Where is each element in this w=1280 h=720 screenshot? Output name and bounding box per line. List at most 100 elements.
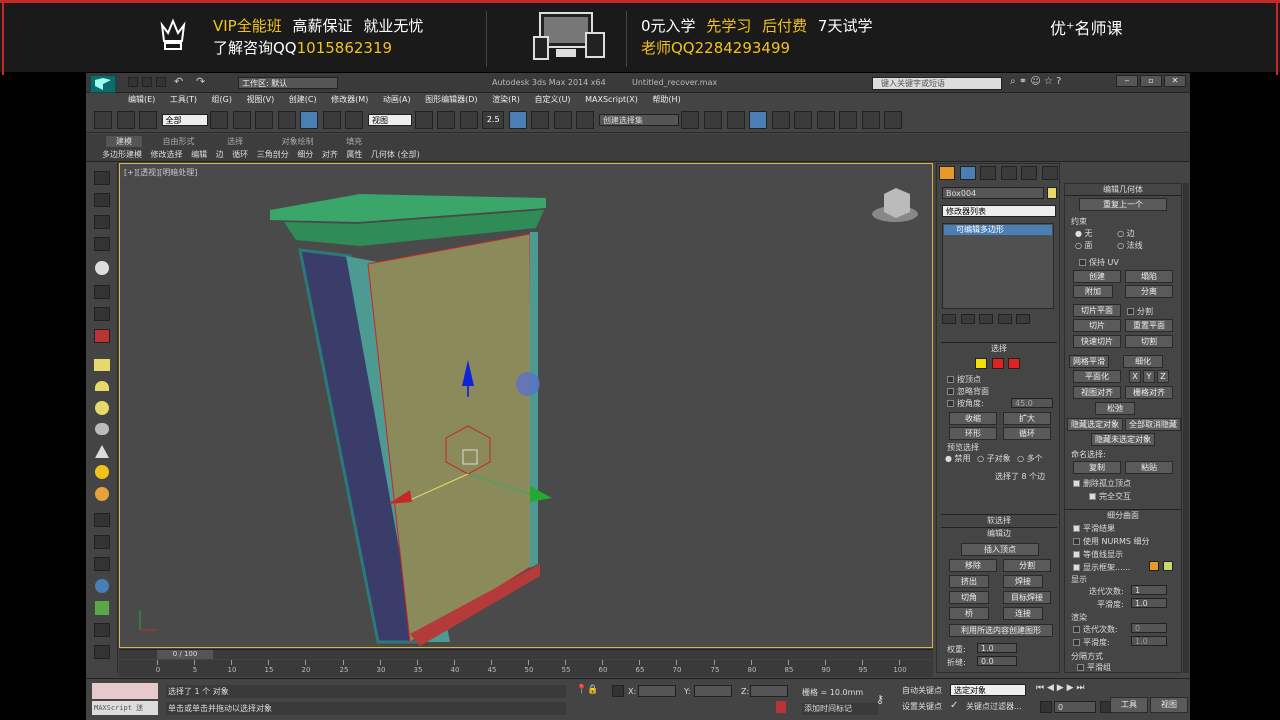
planarize-x-button[interactable]: X bbox=[1129, 370, 1141, 383]
tool-icon-8[interactable] bbox=[94, 513, 110, 527]
goto-start-icon[interactable]: ⏮ bbox=[1036, 683, 1044, 693]
tool-icon-5[interactable] bbox=[94, 285, 110, 299]
subdivision-surface-title[interactable]: 细分曲面 bbox=[1065, 509, 1181, 521]
selection-rollout-title[interactable]: 选择 bbox=[941, 343, 1057, 354]
hierarchy-tab-icon[interactable] bbox=[980, 166, 997, 180]
auto-key-button[interactable]: 自动关键点 bbox=[902, 685, 942, 696]
edit-geometry-title[interactable]: 编辑几何体 bbox=[1065, 184, 1181, 196]
isoline-checkbox[interactable] bbox=[1073, 551, 1080, 558]
planarize-y-button[interactable]: Y bbox=[1143, 370, 1155, 383]
angle-snap-icon[interactable] bbox=[508, 111, 527, 129]
target-weld-button[interactable]: 目标焊接 bbox=[1003, 591, 1051, 604]
viewcube-icon[interactable] bbox=[884, 188, 910, 218]
menu-animation[interactable]: 动画(A) bbox=[383, 95, 411, 104]
ribbon-geometry-all[interactable]: 几何体 (全部) bbox=[371, 150, 420, 159]
sun-icon[interactable] bbox=[95, 487, 109, 501]
menu-tools[interactable]: 工具(T) bbox=[170, 95, 197, 104]
track-bar[interactable]: 0 5 10 15 20 25 30 35 40 45 50 55 60 65 70 75 80 85 90 95 10… bbox=[119, 660, 933, 677]
insert-vertex-button[interactable]: 插入顶点 bbox=[961, 543, 1039, 556]
gizmo-y-arrow[interactable] bbox=[530, 486, 552, 502]
configure-icon[interactable] bbox=[1016, 314, 1031, 324]
ribbon-edit[interactable]: 编辑 bbox=[191, 150, 207, 159]
constraint-none-radio[interactable]: ● bbox=[1075, 229, 1085, 238]
tessellate-button[interactable]: 细化 bbox=[1123, 355, 1163, 368]
viewport-perspective[interactable]: [+][透视][明暗处理] bbox=[119, 163, 933, 648]
ribbon-align[interactable]: 对齐 bbox=[322, 150, 338, 159]
menu-maxscript[interactable]: MAXScript(X) bbox=[585, 95, 638, 104]
workspace-tools-button[interactable]: 工具 bbox=[1110, 697, 1148, 713]
slice-plane-button[interactable]: 切片平面 bbox=[1073, 304, 1121, 317]
remove-button[interactable]: 移除 bbox=[949, 559, 997, 572]
by-angle-checkbox[interactable] bbox=[947, 400, 954, 407]
preview-multi-radio[interactable]: ○ bbox=[1017, 454, 1027, 463]
tool-icon-9[interactable] bbox=[94, 535, 110, 549]
constraint-normal-radio[interactable]: ○ bbox=[1117, 241, 1127, 250]
new-icon[interactable] bbox=[128, 77, 138, 87]
key-mode-dropdown[interactable]: 选定对象 bbox=[950, 684, 1026, 696]
planarize-z-button[interactable]: Z bbox=[1157, 370, 1169, 383]
collapse-button[interactable]: 塌陷 bbox=[1125, 270, 1173, 283]
menu-rendering[interactable]: 渲染(R) bbox=[492, 95, 520, 104]
motion-tab-icon[interactable] bbox=[1000, 166, 1017, 180]
connect-button[interactable]: 连接 bbox=[1003, 607, 1043, 620]
edge-mode-icon[interactable] bbox=[975, 358, 987, 369]
move-icon[interactable] bbox=[300, 111, 319, 129]
ribbon-polygon-modeling[interactable]: 多边形建模 bbox=[102, 150, 142, 159]
key-filters-button[interactable]: 关键点过滤器... bbox=[966, 701, 1022, 712]
menu-customize[interactable]: 自定义(U) bbox=[534, 95, 570, 104]
edit-named-selection-icon[interactable] bbox=[576, 111, 595, 129]
network-icon[interactable]: ⚭ bbox=[1019, 76, 1027, 87]
save-icon[interactable] bbox=[156, 77, 166, 87]
user-icon[interactable]: ☺ bbox=[1030, 76, 1040, 87]
sphere-icon[interactable] bbox=[95, 261, 109, 275]
meshsmooth-button[interactable]: 网格平滑 bbox=[1069, 355, 1109, 368]
unlink-icon[interactable] bbox=[116, 111, 135, 129]
link-icon[interactable] bbox=[94, 111, 112, 129]
star-icon[interactable]: ☆ bbox=[1044, 76, 1053, 87]
menu-create[interactable]: 创建(C) bbox=[289, 95, 317, 104]
tool-icon-11[interactable] bbox=[94, 623, 110, 637]
cage-color-swatch[interactable] bbox=[1149, 561, 1159, 571]
rect-selection-icon[interactable] bbox=[255, 111, 274, 129]
goto-end-icon[interactable]: ⏭ bbox=[1076, 683, 1084, 693]
y-coord-field[interactable] bbox=[694, 685, 732, 697]
key-icon[interactable]: ⚷ bbox=[876, 693, 894, 706]
render-icon[interactable] bbox=[884, 111, 903, 129]
display-tab-icon[interactable] bbox=[1021, 166, 1038, 180]
cut-button[interactable]: 切割 bbox=[1125, 335, 1173, 348]
detach-button[interactable]: 分离 bbox=[1125, 285, 1173, 298]
ribbon-tab-modeling[interactable]: 建模 bbox=[106, 136, 142, 147]
object-color-swatch[interactable] bbox=[1047, 187, 1057, 199]
menu-help[interactable]: 帮助(H) bbox=[652, 95, 680, 104]
polygon-mode-icon[interactable] bbox=[991, 358, 1004, 369]
teapot-icon[interactable] bbox=[95, 423, 109, 435]
render-iter-checkbox[interactable] bbox=[1073, 626, 1080, 633]
named-selection-dropdown[interactable]: 创建选择集 bbox=[598, 114, 679, 126]
schematic-view-icon[interactable] bbox=[794, 111, 813, 129]
tool-icon-4[interactable] bbox=[94, 237, 110, 251]
curve-editor-icon[interactable] bbox=[771, 111, 790, 129]
pin-stack-icon[interactable] bbox=[942, 314, 956, 324]
cage-selection-swatch[interactable] bbox=[1163, 561, 1173, 571]
tree-icon[interactable] bbox=[95, 601, 109, 615]
redo-icon[interactable]: ↷ bbox=[196, 75, 205, 88]
binoculars-icon[interactable]: ⌕ bbox=[1010, 76, 1016, 87]
angle-spinner[interactable]: 45.0 bbox=[1011, 398, 1053, 408]
prev-frame-icon[interactable]: ◀ bbox=[1047, 683, 1054, 693]
remove-modifier-icon[interactable] bbox=[997, 314, 1012, 324]
tool-icon-2[interactable] bbox=[94, 193, 110, 207]
relax-button[interactable]: 松弛 bbox=[1095, 402, 1135, 415]
view-nav-button[interactable]: 视图 bbox=[1150, 697, 1188, 713]
ribbon-properties[interactable]: 属性 bbox=[346, 150, 362, 159]
help-icon[interactable]: ? bbox=[1056, 76, 1061, 87]
object-name-field[interactable]: Box004 bbox=[942, 187, 1044, 199]
absolute-mode-icon[interactable] bbox=[612, 685, 624, 697]
pin-icon[interactable]: 📍 bbox=[576, 685, 587, 695]
by-vertex-checkbox[interactable] bbox=[947, 376, 954, 383]
extrude-button[interactable]: 挤出 bbox=[949, 575, 989, 588]
quickslice-button[interactable]: 快速切片 bbox=[1073, 335, 1121, 348]
rotate-icon[interactable] bbox=[322, 111, 341, 129]
render-smooth-checkbox[interactable] bbox=[1073, 639, 1080, 646]
modifier-list-dropdown[interactable]: 修改器列表 bbox=[942, 205, 1056, 217]
mirror-icon[interactable] bbox=[681, 111, 700, 129]
